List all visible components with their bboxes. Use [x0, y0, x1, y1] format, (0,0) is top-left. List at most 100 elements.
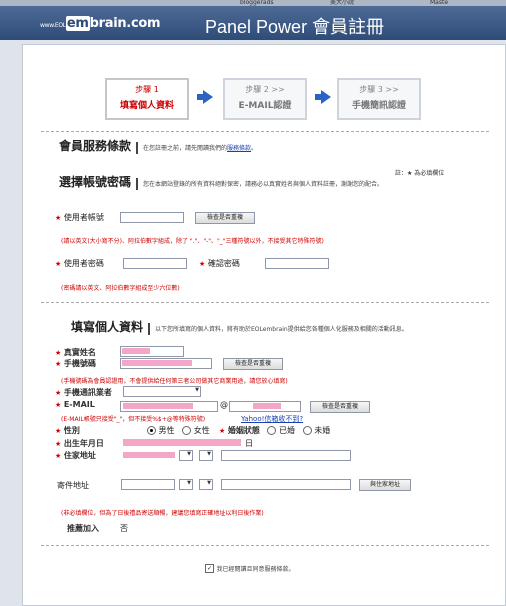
district-select[interactable]: [199, 450, 213, 461]
address-label: 住家地址: [63, 451, 96, 460]
birth-row: ★ 出生年月日: [55, 438, 104, 449]
confirm-label: 確認密碼: [207, 259, 240, 268]
marital-row: ★ 婚姻狀態 已婚 未婚: [219, 425, 330, 436]
password-hint: (密碼請以英文、阿拉伯數字組成至少六位數): [61, 285, 180, 292]
logo-em: em: [65, 16, 90, 31]
required-star-icon: ★: [55, 214, 62, 222]
personal-title: 填寫個人資料: [71, 320, 144, 334]
email-row: ★ E-MAIL: [55, 400, 95, 409]
terms-link[interactable]: 服務條款: [227, 145, 251, 152]
terms-title: 會員服務條款: [59, 139, 132, 153]
home-address-input[interactable]: [221, 450, 351, 461]
required-star-icon: ★: [55, 440, 62, 448]
password-label: 使用者密碼: [63, 259, 104, 268]
logo-prefix: www.EOL: [40, 22, 66, 29]
step-2-number: 步驟 2 >>: [245, 85, 285, 94]
check-username-button[interactable]: 檢查是否重複: [195, 212, 255, 224]
yahoo-help-link[interactable]: Yahoo!信箱收不到?: [241, 414, 303, 424]
password-row: ★ 使用者密碼: [55, 258, 104, 269]
gender-female-radio[interactable]: [182, 426, 192, 435]
mail-zip-input[interactable]: [121, 479, 175, 490]
step-2: 步驟 2 >> E-MAIL認證: [223, 78, 307, 120]
terms-end: 。: [251, 145, 258, 152]
check-email-button[interactable]: 檢查是否重複: [310, 401, 370, 413]
birth-label: 出生年月日: [63, 439, 104, 448]
divider: [41, 131, 489, 132]
gender-female-label: 女性: [193, 426, 210, 435]
city-select[interactable]: [179, 450, 193, 461]
redacted-city: [123, 452, 175, 458]
agree-row: ✓ 我已經閱讀且同意服務條款。: [205, 564, 295, 573]
step-1: 步驟 1 填寫個人資料: [105, 78, 189, 120]
confirm-password-input[interactable]: [265, 258, 329, 269]
mail-address-input[interactable]: [221, 479, 351, 490]
step-3-title: 手機簡訊認證: [351, 101, 406, 111]
username-label: 使用者帳號: [63, 213, 104, 222]
email-at: @: [220, 400, 228, 409]
required-star-icon: ★: [55, 389, 62, 397]
account-desc: 您在本網站登錄的所有資料絕對保密，請務必以真實姓名與個人資料註冊，謝謝您的配合。: [143, 181, 384, 188]
name-label: 真實姓名: [63, 348, 96, 357]
marital-label: 婚姻狀態: [227, 426, 260, 435]
logo-suffix: brain.com: [89, 16, 161, 31]
mobile-row: ★ 手機號碼: [55, 358, 96, 369]
redacted-email-user: [123, 403, 193, 409]
check-mobile-button[interactable]: 檢查是否重複: [223, 358, 283, 370]
redacted-birthdate: [123, 439, 241, 446]
eolembrain-logo[interactable]: www.EOLembrain.com: [40, 16, 161, 31]
mail-address-label: 寄件地址: [57, 481, 89, 490]
agree-text: 我已經閱讀且同意服務條款。: [216, 566, 295, 573]
required-star-icon: ★: [219, 427, 226, 435]
mail-city-select[interactable]: [179, 479, 193, 490]
carrier-row: ★ 手機通訊業者: [55, 387, 112, 398]
terms-text: 在您註冊之前，請先閱讀我們的: [143, 145, 228, 152]
required-star-icon: ★: [55, 349, 62, 357]
step-1-title: 填寫個人資料: [119, 101, 174, 111]
redacted-name: [122, 348, 150, 354]
required-note: 註：★ 為必填欄位: [395, 170, 445, 177]
carrier-label: 手機通訊業者: [63, 388, 112, 397]
arrow-right-icon: [315, 90, 331, 104]
required-star-icon: ★: [55, 401, 62, 409]
gender-male-radio[interactable]: [147, 426, 156, 435]
mail-district-select[interactable]: [199, 479, 213, 490]
personal-section: 填寫個人資料 以下您所填寫的個人資料，將有助於EOLembrain提供給您各種個人…: [71, 318, 408, 335]
referrer-value: 否: [120, 524, 128, 533]
confirm-row: ★ 確認密碼: [199, 258, 240, 269]
terms-section: 會員服務條款 在您註冊之前，請先閱讀我們的服務條款。: [59, 137, 257, 154]
gender-label: 性別: [63, 426, 80, 435]
arrow-right-icon: [197, 90, 213, 104]
carrier-select[interactable]: [123, 386, 201, 397]
gender-options: 男性 女性: [147, 425, 210, 436]
redacted-mobile: [122, 360, 192, 366]
email-label: E-MAIL: [63, 400, 95, 409]
registration-panel: 步驟 1 填寫個人資料 步驟 2 >> E-MAIL認證 步驟 3 >> 手機簡…: [22, 44, 506, 606]
required-star-icon: ★: [55, 452, 62, 460]
referrer-row: 推薦加入: [67, 523, 99, 534]
referrer-label: 推薦加入: [67, 524, 99, 533]
divider: [41, 545, 489, 546]
single-radio[interactable]: [302, 426, 312, 435]
single-label: 未婚: [314, 426, 331, 435]
mobile-hint: (手機號碼為會員認證用，不會提供給任何第三者公司做其它商業用途，請您放心填寫): [61, 378, 288, 385]
step-3-number: 步驟 3 >>: [359, 85, 399, 94]
account-section: 選擇帳號密碼 您在本網站登錄的所有資料絕對保密，請務必以真實姓名與個人資料註冊，謝…: [59, 173, 383, 190]
email-hint: (E-MAIL帳號只接受"_"，但不接受%$+@等特殊符號): [61, 416, 206, 423]
birth-day-label: 日: [245, 439, 253, 448]
gender-row: ★ 性別: [55, 425, 80, 436]
married-radio[interactable]: [267, 426, 277, 435]
username-row: ★ 使用者帳號: [55, 212, 104, 223]
redacted-email-domain: [253, 403, 281, 409]
same-as-home-button[interactable]: 與住家地址: [359, 479, 411, 491]
password-input[interactable]: [123, 258, 187, 269]
title-bar: [148, 322, 151, 335]
username-input[interactable]: [120, 212, 184, 223]
married-label: 已婚: [279, 426, 296, 435]
title-bar: [136, 141, 139, 154]
agree-checkbox[interactable]: ✓: [205, 564, 214, 573]
required-star-icon: ★: [55, 427, 62, 435]
title-bar: [136, 177, 139, 190]
gender-male-label: 男性: [158, 426, 175, 435]
account-title: 選擇帳號密碼: [59, 175, 132, 189]
personal-desc: 以下您所填寫的個人資料，將有助於EOLembrain提供給您各種個人化服務及相關…: [155, 326, 408, 333]
